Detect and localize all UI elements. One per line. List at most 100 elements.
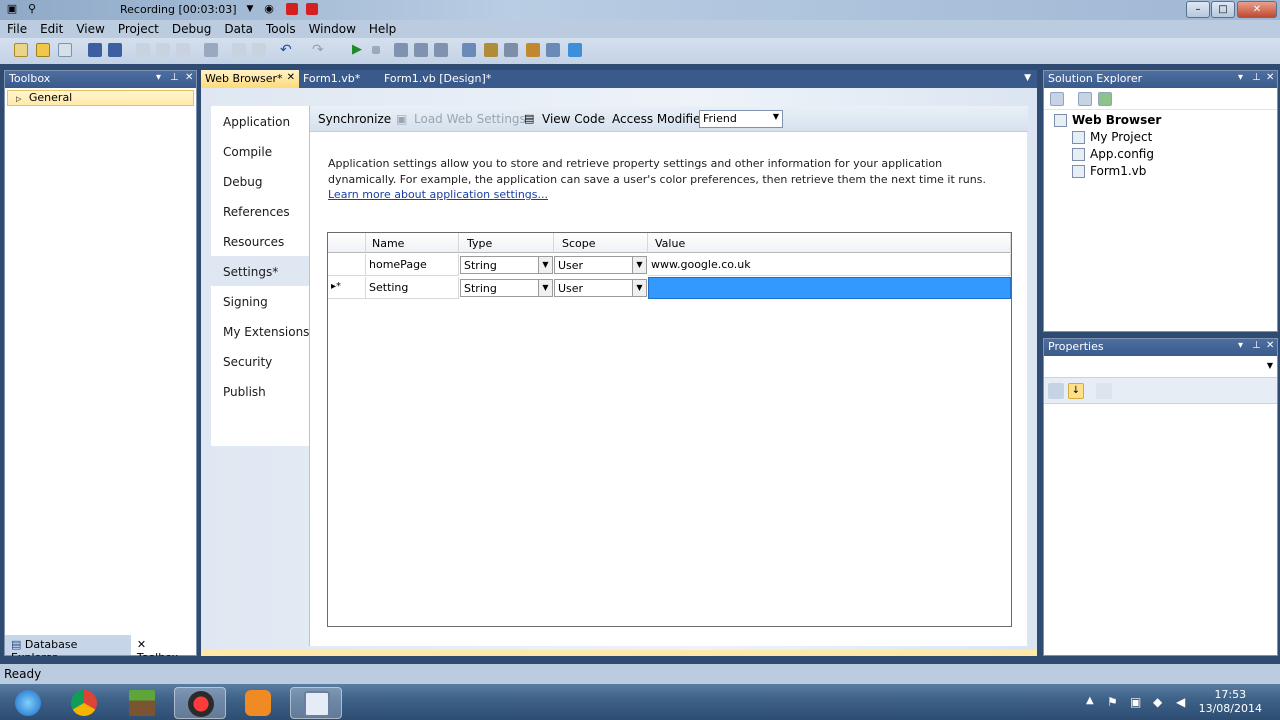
pin-icon[interactable]: ⊥ (1252, 72, 1261, 83)
menu-help[interactable]: Help (362, 20, 402, 38)
stop-debug-icon[interactable] (372, 46, 380, 54)
flag-icon[interactable]: ⚑ (1107, 695, 1118, 709)
column-name[interactable]: Name (366, 233, 459, 253)
step-out-icon[interactable] (434, 43, 448, 57)
show-hidden-icons[interactable]: ▲ (1086, 695, 1094, 706)
redo-icon[interactable]: ↷ (312, 43, 326, 57)
start-debug-icon[interactable]: ▶ (352, 43, 366, 57)
nav-compile[interactable]: Compile (211, 136, 311, 166)
menu-tools[interactable]: Tools (259, 20, 302, 38)
camera-icon[interactable]: ◉ (263, 3, 275, 15)
window-layout-icon[interactable] (568, 43, 582, 57)
nav-security[interactable]: Security (211, 346, 311, 376)
synchronize-button[interactable]: Synchronize (318, 112, 391, 126)
copy-icon[interactable] (156, 43, 170, 57)
menu-file[interactable]: File (0, 20, 33, 38)
view-code-button[interactable]: View Code (542, 112, 605, 126)
stop-icon[interactable] (306, 3, 318, 15)
dropdown-icon[interactable]: ▼ (244, 3, 256, 15)
menu-window[interactable]: Window (302, 20, 362, 38)
column-value[interactable]: Value (648, 233, 1011, 253)
solution-explorer-icon[interactable] (462, 43, 476, 57)
dropbox-icon[interactable]: ◆ (1153, 695, 1162, 709)
close-tab-icon[interactable]: ✕ (287, 72, 295, 83)
nav-my-extensions[interactable]: My Extensions (211, 316, 311, 346)
setting-value-cell[interactable]: www.google.co.uk (648, 254, 1011, 276)
minimize-button[interactable]: – (1186, 1, 1210, 18)
save-all-icon[interactable] (108, 43, 122, 57)
taskbar-media-player[interactable] (232, 687, 284, 719)
close-icon[interactable]: ✕ (185, 72, 193, 83)
search-icon[interactable]: ⚲ (26, 3, 38, 15)
tab-web-browser[interactable]: Web Browser* ✕ (201, 70, 299, 88)
pin-icon[interactable]: ⊥ (1252, 340, 1261, 351)
find-icon[interactable] (204, 43, 218, 57)
nav-signing[interactable]: Signing (211, 286, 311, 316)
menu-project[interactable]: Project (111, 20, 165, 38)
start-page-icon[interactable] (546, 43, 560, 57)
tab-form1-vb[interactable]: Form1.vb* (299, 70, 364, 88)
new-project-icon[interactable] (14, 43, 28, 57)
taskbar-chrome[interactable] (58, 687, 110, 719)
undo-icon[interactable]: ↶ (280, 43, 294, 57)
close-icon[interactable]: ✕ (1266, 340, 1274, 351)
access-modifier-select[interactable]: Friend ▼ (699, 110, 783, 128)
column-scope[interactable]: Scope (554, 233, 648, 253)
step-over-icon[interactable] (414, 43, 428, 57)
add-item-icon[interactable] (58, 43, 72, 57)
taskbar-minecraft[interactable] (116, 687, 168, 719)
row-indicator[interactable]: ▸* (328, 277, 366, 299)
setting-name-cell[interactable]: Setting (366, 277, 459, 299)
taskbar-recorder[interactable] (174, 687, 226, 719)
pin-icon[interactable]: ⊥ (170, 72, 179, 83)
panel-menu-icon[interactable]: ▾ (1238, 340, 1243, 351)
object-browser-icon[interactable] (526, 43, 540, 57)
tab-database-explorer[interactable]: ▤ Database Explorer (5, 635, 131, 664)
column-type[interactable]: Type (459, 233, 554, 253)
tab-overflow-icon[interactable]: ▼ (1024, 73, 1031, 83)
tree-item-my-project[interactable]: My Project (1052, 129, 1277, 146)
scope-dropdown[interactable]: User ▼ (554, 279, 647, 297)
object-selector[interactable]: ▼ (1044, 356, 1277, 378)
property-pages-icon[interactable] (1096, 383, 1112, 399)
load-web-settings-button[interactable]: Load Web Settings (414, 112, 526, 126)
type-dropdown[interactable]: String ▼ (460, 279, 553, 297)
close-button[interactable]: ✕ (1237, 1, 1277, 18)
properties-icon[interactable] (484, 43, 498, 57)
toolbox-group-general[interactable]: ▷ General (7, 90, 194, 106)
comment-icon[interactable] (232, 43, 246, 57)
step-into-icon[interactable] (394, 43, 408, 57)
open-file-icon[interactable] (36, 43, 50, 57)
menu-view[interactable]: View (69, 20, 110, 38)
pause-icon[interactable] (286, 3, 298, 15)
type-dropdown[interactable]: String ▼ (460, 256, 553, 274)
tab-toolbox[interactable]: ✕ Toolbox (130, 635, 196, 664)
row-indicator[interactable] (328, 254, 366, 276)
nav-publish[interactable]: Publish (211, 376, 311, 406)
save-icon[interactable] (88, 43, 102, 57)
show-all-files-icon[interactable] (1078, 92, 1092, 106)
refresh-icon[interactable] (1098, 92, 1112, 106)
nav-references[interactable]: References (211, 196, 311, 226)
setting-name-cell[interactable]: homePage (366, 254, 459, 276)
nav-application[interactable]: Application (211, 106, 311, 136)
menu-debug[interactable]: Debug (165, 20, 217, 38)
tree-item-form1-vb[interactable]: Form1.vb (1052, 163, 1277, 180)
panel-menu-icon[interactable]: ▾ (156, 72, 161, 83)
volume-icon[interactable]: ◀ (1176, 695, 1185, 709)
nav-debug[interactable]: Debug (211, 166, 311, 196)
menu-edit[interactable]: Edit (33, 20, 69, 38)
toolbox-icon[interactable] (504, 43, 518, 57)
scope-dropdown[interactable]: User ▼ (554, 256, 647, 274)
tree-project-node[interactable]: Web Browser (1052, 112, 1277, 129)
window-icon[interactable]: ▣ (6, 3, 18, 15)
setting-value-cell-selected[interactable] (648, 277, 1011, 299)
network-icon[interactable]: ▣ (1130, 695, 1141, 709)
paste-icon[interactable] (176, 43, 190, 57)
taskbar-visual-studio[interactable] (290, 687, 342, 719)
properties-icon[interactable] (1050, 92, 1064, 106)
start-button[interactable] (2, 687, 54, 719)
learn-more-link[interactable]: Learn more about application settings... (328, 188, 548, 201)
nav-settings[interactable]: Settings* (211, 256, 312, 286)
uncomment-icon[interactable] (252, 43, 266, 57)
